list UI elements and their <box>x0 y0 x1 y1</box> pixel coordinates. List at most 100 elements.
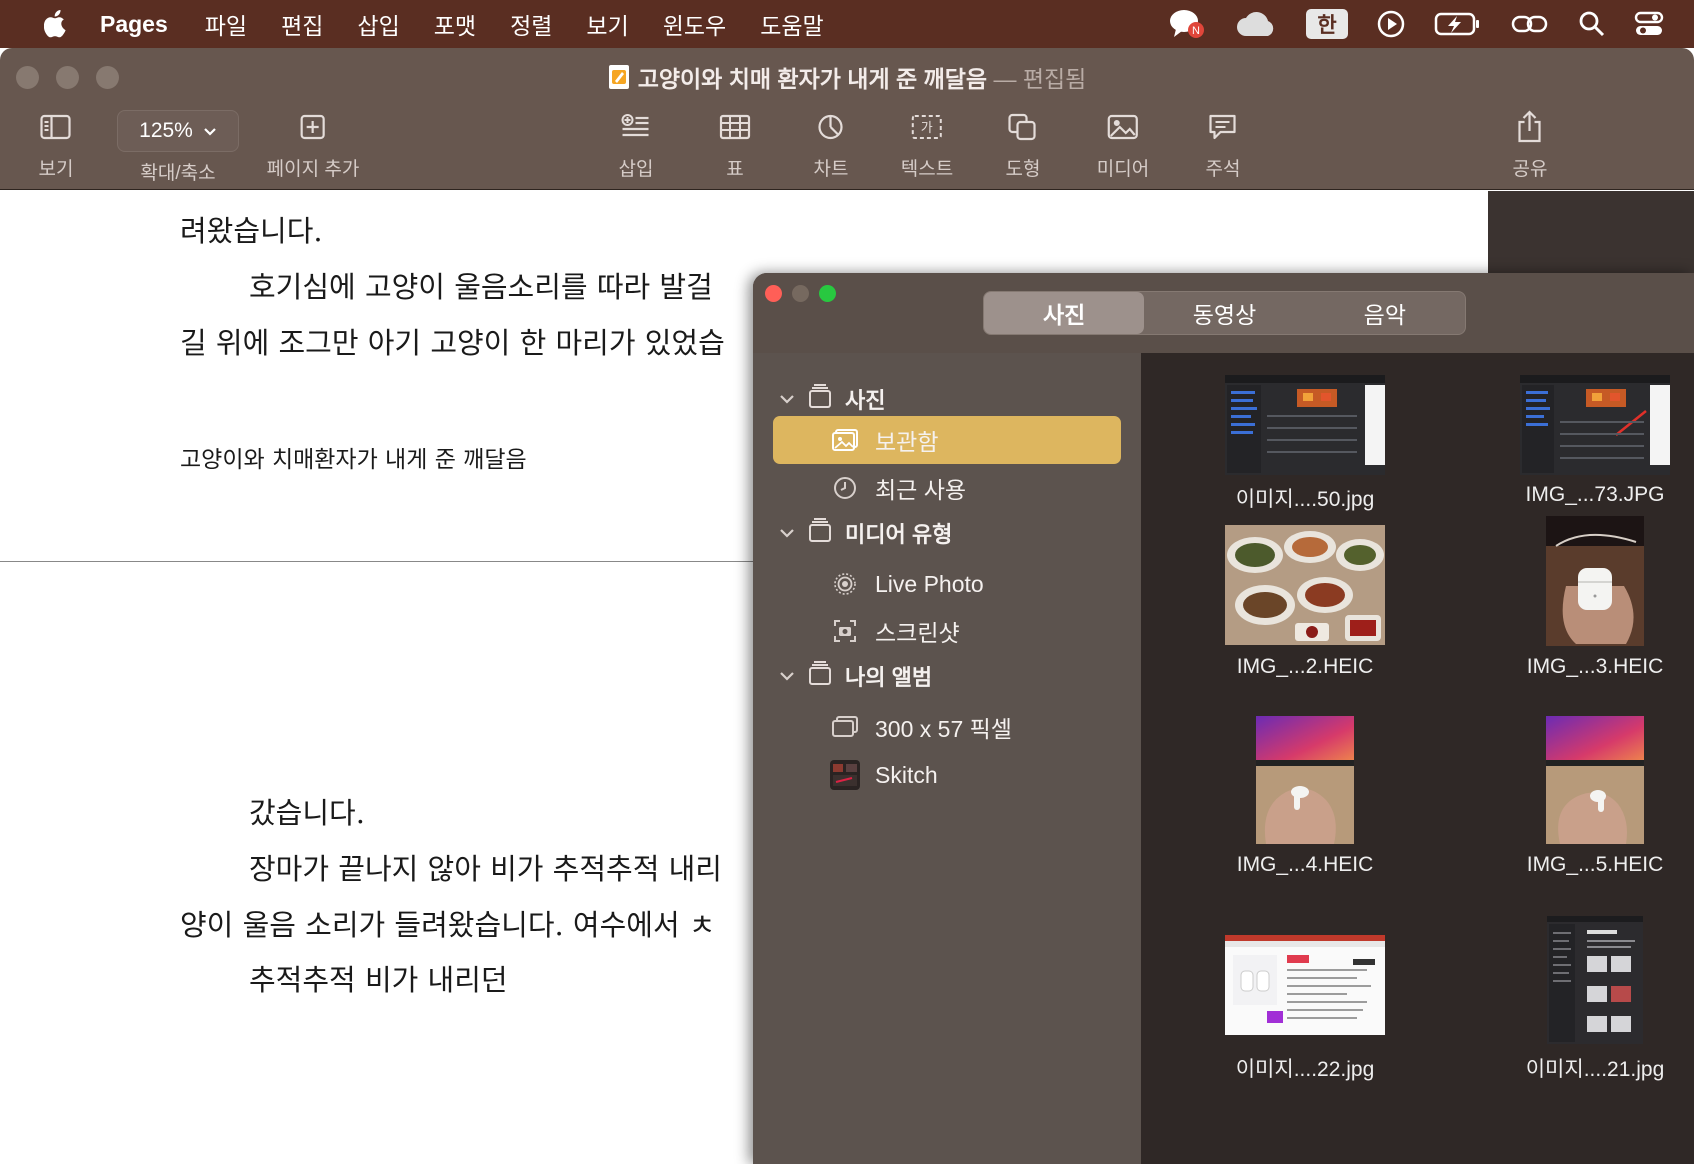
app-menu[interactable]: Pages <box>100 11 168 38</box>
toolbar-view-button[interactable]: 보기 <box>39 100 73 181</box>
doc-text-line[interactable]: 장마가 끝나지 않아 비가 추적추적 내리 <box>249 846 722 888</box>
menu-help[interactable]: 도움말 <box>760 7 823 41</box>
media-thumbnail <box>1225 523 1385 647</box>
sidebar-item-library[interactable]: 보관함 <box>773 416 1121 464</box>
menu-arrange[interactable]: 정렬 <box>510 7 552 41</box>
stack-icon <box>807 660 833 692</box>
text-label: 텍스트 <box>900 159 954 180</box>
chat-notification-icon[interactable]: N <box>1168 0 1208 48</box>
doc-text-line[interactable]: 길 위에 조그만 아기 고양이 한 마리가 있었습 <box>180 320 725 362</box>
screenshot-icon <box>829 618 861 644</box>
svg-text:N: N <box>1192 25 1200 37</box>
media-browser-header: 사진 동영상 음악 <box>753 273 1694 353</box>
media-grid-item[interactable]: IMG_...3.HEIC <box>1485 515 1694 679</box>
edited-status: 편집됨 <box>1022 66 1087 92</box>
media-grid-item[interactable]: 이미지....50.jpg <box>1195 375 1415 513</box>
zoom-select[interactable]: 125% <box>117 110 239 152</box>
screen-mirroring-icon[interactable] <box>1510 0 1550 48</box>
toolbar-share-button[interactable]: 공유 <box>1513 100 1547 181</box>
apple-menu-icon[interactable] <box>30 0 82 48</box>
menu-format[interactable]: 포맷 <box>434 7 476 41</box>
media-filename: IMG_...4.HEIC <box>1236 853 1374 876</box>
chevron-down-icon <box>779 523 803 544</box>
browser-zoom-button[interactable] <box>819 285 836 302</box>
media-thumbnail <box>1256 715 1354 845</box>
media-grid-item[interactable]: 이미지....21.jpg <box>1485 915 1694 1083</box>
menu-window[interactable]: 윈도우 <box>663 7 726 41</box>
battery-charging-icon[interactable] <box>1434 0 1482 48</box>
media-grid-item[interactable]: IMG_...2.HEIC <box>1195 523 1415 679</box>
sidebar-section-photos[interactable]: 사진 <box>779 383 885 415</box>
toolbar-insert-button[interactable]: 삽입 <box>619 100 653 181</box>
menu-bar: Pages 파일 편집 삽입 포맷 정렬 보기 윈도우 도움말 N 한 <box>0 0 1694 48</box>
chevron-down-icon <box>203 119 217 143</box>
document-title: 고양이와 치매 환자가 내게 준 깨달음 <box>637 66 988 92</box>
toolbar-shape-button[interactable]: 도형 <box>1006 100 1040 181</box>
sidebar-section-media-types[interactable]: 미디어 유형 <box>779 517 952 549</box>
zoom-value: 125% <box>139 119 193 142</box>
browser-close-button[interactable] <box>765 285 782 302</box>
media-grid-item[interactable]: IMG_...4.HEIC <box>1195 715 1415 877</box>
tab-music[interactable]: 음악 <box>1305 292 1465 334</box>
sidebar-item-label: 300 x 57 픽셀 <box>875 716 1012 742</box>
sidebar-item-live-photo[interactable]: Live Photo <box>773 560 1121 608</box>
album-icon <box>829 715 861 739</box>
toolbar-add-page-button[interactable]: 페이지 추가 <box>267 100 359 181</box>
toolbar-comment-button[interactable]: 주석 <box>1205 100 1241 181</box>
chevron-down-icon <box>779 666 803 687</box>
cloud-icon[interactable] <box>1236 0 1278 48</box>
menu-view[interactable]: 보기 <box>586 7 628 41</box>
sidebar-item-album-skitch[interactable]: Skitch <box>773 751 1121 799</box>
menu-edit[interactable]: 편집 <box>281 7 323 41</box>
table-label: 표 <box>726 159 744 180</box>
media-filename: IMG_...5.HEIC <box>1526 853 1664 876</box>
input-source-label: 한 <box>1306 9 1348 39</box>
control-center-icon[interactable] <box>1634 0 1664 48</box>
doc-text-line[interactable]: 양이 울음 소리가 들려왔습니다. 여수에서 ㅊ <box>180 902 716 944</box>
comment-icon <box>1208 100 1238 154</box>
media-grid: 이미지....50.jpg IMG_...73.JPG IMG_...2.HEI… <box>1141 353 1694 1164</box>
toolbar-zoom-control[interactable]: 125% 확대/축소 <box>117 104 239 185</box>
media-filename: 이미지....21.jpg <box>1525 1058 1665 1081</box>
input-source-icon[interactable]: 한 <box>1306 0 1348 48</box>
tab-photos[interactable]: 사진 <box>984 292 1145 334</box>
toolbar-media-button[interactable]: 미디어 <box>1097 100 1149 181</box>
sidebar-item-label: 최근 사용 <box>875 477 967 503</box>
media-filename: IMG_...2.HEIC <box>1236 655 1374 678</box>
search-icon[interactable] <box>1578 0 1606 48</box>
sidebar-item-album-300x57[interactable]: 300 x 57 픽셀 <box>773 703 1121 751</box>
sidebar-icon <box>40 100 72 154</box>
title-separator: — <box>993 66 1017 92</box>
media-thumbnail <box>1546 715 1644 845</box>
skitch-album-thumbnail <box>829 760 861 790</box>
sidebar-item-screenshots[interactable]: 스크린샷 <box>773 607 1121 655</box>
comment-label: 주석 <box>1205 159 1241 180</box>
doc-footer[interactable]: 고양이와 치매환자가 내게 준 깨달음 <box>180 440 527 474</box>
menu-file[interactable]: 파일 <box>205 7 247 41</box>
stack-icon <box>807 517 833 549</box>
svg-text:가: 가 <box>921 121 933 136</box>
add-page-icon <box>300 100 326 154</box>
window-title: 고양이와 치매 환자가 내게 준 깨달음 — 편집됨 <box>0 60 1694 96</box>
browser-minimize-button[interactable] <box>792 285 809 302</box>
toolbar-text-button[interactable]: 가 텍스트 <box>901 100 953 181</box>
toolbar-chart-button[interactable]: 차트 <box>814 100 848 181</box>
sidebar-section-my-albums[interactable]: 나의 앨범 <box>779 660 932 692</box>
doc-text-line[interactable]: 려왔습니다. <box>180 208 323 250</box>
stack-icon <box>807 383 833 415</box>
media-grid-item[interactable]: IMG_...73.JPG <box>1485 375 1694 507</box>
tab-videos[interactable]: 동영상 <box>1144 292 1304 334</box>
document-icon <box>608 64 630 96</box>
toolbar-table-button[interactable]: 표 <box>719 100 751 181</box>
media-grid-item[interactable]: IMG_...5.HEIC <box>1485 715 1694 877</box>
media-label: 미디어 <box>1096 159 1150 180</box>
doc-text-line[interactable]: 추적추적 비가 내리던 <box>249 957 508 999</box>
photo-library-icon <box>829 428 861 452</box>
doc-text-line[interactable]: 갔습니다. <box>249 790 365 832</box>
play-icon[interactable] <box>1376 0 1406 48</box>
media-thumbnail <box>1547 915 1643 1045</box>
menu-insert[interactable]: 삽입 <box>357 7 399 41</box>
media-grid-item[interactable]: 이미지....22.jpg <box>1195 925 1415 1083</box>
sidebar-item-recent[interactable]: 최근 사용 <box>773 464 1121 512</box>
doc-text-line[interactable]: 호기심에 고양이 울음소리를 따라 발걸 <box>249 264 713 306</box>
